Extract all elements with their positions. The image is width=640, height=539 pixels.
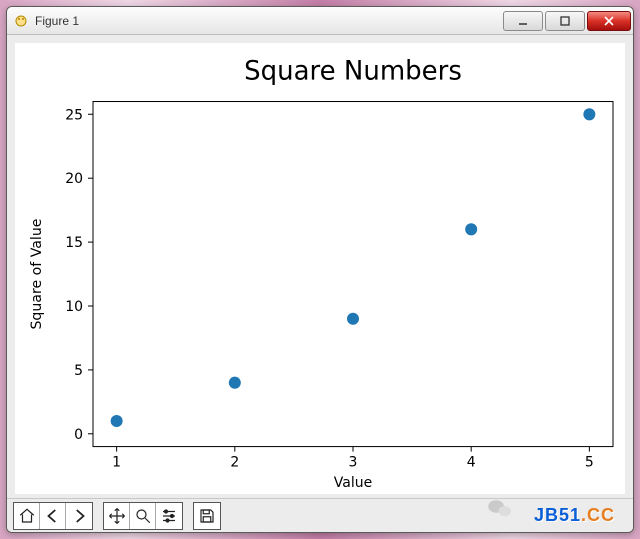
- arrow-left-icon: [44, 507, 62, 525]
- zoom-button[interactable]: [130, 503, 156, 529]
- subplots-button[interactable]: [156, 503, 182, 529]
- svg-text:0: 0: [74, 427, 83, 443]
- scatter-chart: Square Numbers 1 2 3 4 5 Value 0 5 10 15 20 25 Square…: [15, 43, 625, 494]
- matplotlib-toolbar: [7, 498, 633, 532]
- figure-canvas[interactable]: Square Numbers 1 2 3 4 5 Value 0 5 10 15 20 25 Square…: [15, 43, 625, 494]
- forward-button[interactable]: [66, 503, 92, 529]
- svg-text:2: 2: [230, 455, 239, 471]
- svg-text:10: 10: [65, 299, 83, 315]
- save-button[interactable]: [194, 503, 220, 529]
- back-button[interactable]: [40, 503, 66, 529]
- move-icon: [108, 507, 126, 525]
- data-point: [583, 108, 595, 120]
- save-icon: [198, 507, 216, 525]
- y-axis-label: Square of Value: [29, 219, 45, 330]
- chart-title: Square Numbers: [244, 56, 462, 86]
- maximize-button[interactable]: [545, 11, 585, 31]
- data-point: [347, 313, 359, 325]
- home-button[interactable]: [14, 503, 40, 529]
- data-point: [111, 415, 123, 427]
- svg-text:5: 5: [74, 363, 83, 379]
- zoom-icon: [134, 507, 152, 525]
- x-axis-label: Value: [334, 475, 372, 491]
- app-icon: [13, 13, 29, 29]
- svg-text:3: 3: [349, 455, 358, 471]
- wechat-icon: [487, 497, 513, 524]
- svg-text:15: 15: [65, 235, 83, 251]
- data-point: [229, 377, 241, 389]
- close-button[interactable]: [587, 11, 631, 31]
- svg-text:1: 1: [112, 455, 121, 471]
- data-point: [465, 223, 477, 235]
- svg-text:5: 5: [585, 455, 594, 471]
- svg-text:25: 25: [65, 107, 83, 123]
- svg-text:20: 20: [65, 171, 83, 187]
- home-icon: [18, 507, 36, 525]
- arrow-right-icon: [70, 507, 88, 525]
- app-window: Figure 1 Square Numbers 1 2 3 4 5 Value 0 5 10 15 2…: [6, 6, 634, 533]
- svg-text:4: 4: [467, 455, 476, 471]
- title-bar: Figure 1: [7, 7, 633, 35]
- window-controls: [501, 11, 631, 31]
- pan-button[interactable]: [104, 503, 130, 529]
- minimize-button[interactable]: [503, 11, 543, 31]
- sliders-icon: [160, 507, 178, 525]
- window-title: Figure 1: [35, 14, 79, 28]
